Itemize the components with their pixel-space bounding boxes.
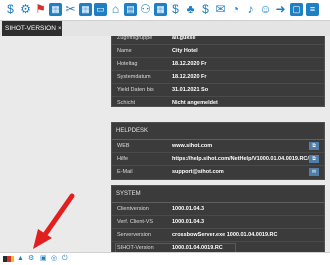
chart-icon[interactable]: ▤ (124, 3, 137, 16)
settings-icon[interactable]: ⚙ (19, 3, 32, 16)
network-icon[interactable]: ◎ (51, 255, 57, 263)
table-icon[interactable]: ▦ (154, 3, 167, 16)
dollar-icon[interactable]: $ (4, 3, 17, 16)
user-icon[interactable]: ☺ (259, 3, 272, 16)
exit-icon[interactable]: ➜ (274, 3, 287, 16)
main-toolbar: $ ⚙ ⚑ ▦ ✂ ▦ ▭ ⌂ ▤ ⚇ ▦ $ ♣ $ ✉ ◔ ♪ ☺ ➜ ▢ … (0, 0, 330, 21)
content-area: Zugriffsgruppe all.gukse Name City Hotel… (0, 36, 330, 252)
calendar-icon[interactable]: ▦ (49, 3, 62, 16)
list-icon[interactable]: ≡ (306, 3, 319, 16)
info-icon[interactable]: ▣ (40, 255, 47, 263)
clean-icon[interactable]: ♣ (184, 3, 197, 16)
annotation-arrow (33, 193, 75, 249)
tab-strip: SIHOT-VERSION × (0, 21, 330, 36)
dollar-icon[interactable]: $ (199, 3, 212, 16)
tools-icon[interactable]: ✂ (64, 3, 77, 16)
dollar-icon[interactable]: $ (169, 3, 182, 16)
tab-sihot-version[interactable]: SIHOT-VERSION × (2, 21, 62, 36)
close-icon[interactable]: × (58, 26, 62, 32)
window-icon[interactable]: ▢ (290, 3, 303, 16)
settings-icon[interactable]: ⚙ (28, 255, 34, 263)
bell-icon[interactable]: ♪ (244, 3, 257, 16)
warning-icon[interactable]: ▲ (17, 255, 24, 263)
bag-icon[interactable]: ✉ (214, 3, 227, 16)
status-bar: ▲ ⚙ ▣ ◎ ⏻ (0, 252, 330, 265)
gauge-icon[interactable]: ◔ (229, 3, 242, 16)
home-icon[interactable]: ⌂ (109, 3, 122, 16)
calendar-icon[interactable]: ▦ (79, 3, 92, 16)
cash-icon[interactable]: ▭ (94, 3, 107, 16)
power-icon[interactable]: ⏻ (62, 255, 68, 263)
group-icon[interactable]: ⚇ (139, 3, 152, 16)
flag-icon[interactable]: ⚑ (34, 3, 47, 16)
tab-label: SIHOT-VERSION (5, 25, 56, 32)
